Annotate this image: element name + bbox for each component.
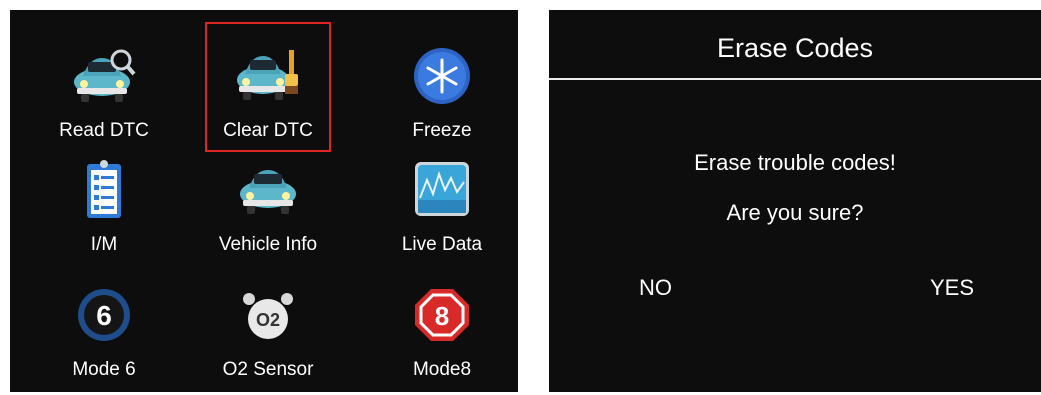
mode-8-number: 8	[435, 301, 449, 331]
dialog-message-line2: Are you sure?	[726, 200, 864, 225]
menu-item-label: Mode8	[412, 359, 472, 380]
menu-item-label: Vehicle Info	[218, 234, 318, 255]
menu-item-read-dtc[interactable]: Read DTC	[44, 46, 164, 156]
dialog-title: Erase Codes	[716, 33, 874, 63]
o2-sensor-icon: O2	[243, 293, 293, 339]
title-divider	[549, 78, 1041, 80]
mode-6-icon: 6	[78, 289, 130, 341]
menu-item-label: O2 Sensor	[222, 359, 314, 380]
erase-codes-dialog: Erase Codes Erase trouble codes! Are you…	[549, 10, 1041, 392]
mode-6-number: 6	[96, 300, 112, 331]
clipboard-checklist-icon	[87, 160, 121, 218]
mode-8-octagon-icon: 8	[415, 289, 469, 341]
menu-item-mode8[interactable]: 8 Mode8	[382, 285, 502, 395]
yes-button[interactable]: YES	[930, 275, 974, 301]
menu-item-label: Clear DTC	[223, 120, 313, 141]
menu-item-vehicle-info[interactable]: Vehicle Info	[208, 160, 328, 270]
menu-item-im[interactable]: I/M	[44, 160, 164, 270]
snowflake-icon	[414, 48, 470, 104]
dialog-message-line1: Erase trouble codes!	[694, 150, 896, 175]
menu-item-o2-sensor[interactable]: O2 O2 Sensor	[208, 285, 328, 395]
no-button[interactable]: NO	[639, 275, 672, 301]
menu-item-freeze[interactable]: Freeze	[382, 46, 502, 156]
menu-item-label: I/M	[90, 234, 118, 255]
main-menu-screen: Read DTC Clear DTC Freeze I/M Vehicle In…	[10, 10, 518, 392]
menu-item-label: Freeze	[412, 120, 472, 141]
menu-item-label: Read DTC	[59, 120, 149, 141]
menu-item-label: Mode 6	[72, 359, 136, 380]
o2-text: O2	[256, 310, 280, 330]
live-data-graph-icon	[415, 162, 469, 216]
menu-item-clear-dtc[interactable]: Clear DTC	[205, 22, 331, 152]
menu-item-live-data[interactable]: Live Data	[382, 160, 502, 270]
car-brush-icon	[237, 50, 298, 100]
car-magnifier-icon	[74, 49, 136, 102]
menu-item-mode-6[interactable]: 6 Mode 6	[44, 285, 164, 395]
menu-item-label: Live Data	[401, 234, 483, 255]
car-icon	[240, 170, 296, 214]
